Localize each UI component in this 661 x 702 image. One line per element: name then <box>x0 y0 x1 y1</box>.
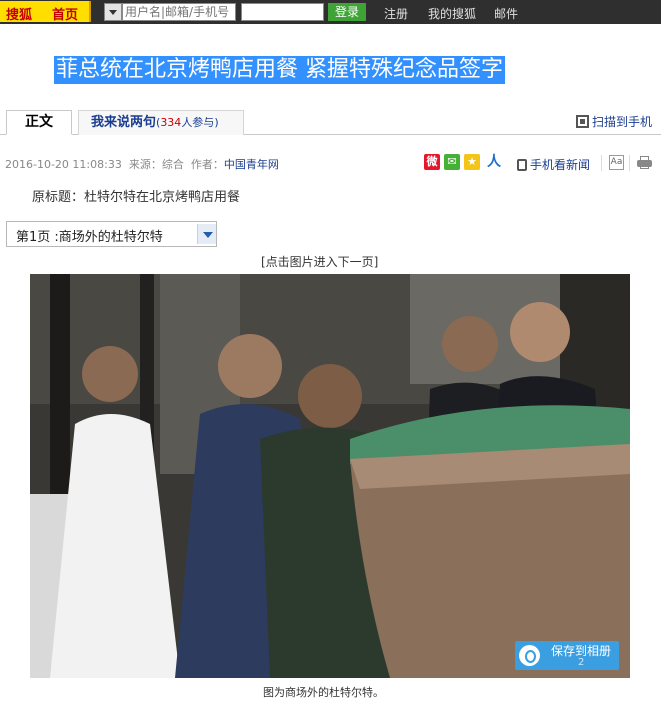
next-page-hint[interactable]: [点击图片进入下一页] <box>261 253 378 270</box>
save-to-album-button[interactable]: 保存到相册 2 <box>515 641 619 670</box>
publish-datetime: 2016-10-20 11:08:33 <box>5 158 122 171</box>
save-album-count: 2 <box>578 657 585 668</box>
register-link[interactable]: 注册 <box>384 5 408 22</box>
comments-label: 我来说两句 <box>91 115 157 130</box>
mobile-news-label: 手机看新闻 <box>530 158 591 172</box>
mobile-news-link[interactable]: 手机看新闻 <box>517 156 590 173</box>
chevron-down-icon[interactable] <box>197 224 216 244</box>
scan-to-phone-link[interactable]: 扫描到手机 <box>576 113 652 130</box>
source-label: 来源：综合 <box>128 158 184 171</box>
photo-caption: 图为商场外的杜特尔特。 <box>263 686 384 699</box>
font-size-icon[interactable]: Aa <box>609 155 624 170</box>
author-prefix: 作者： <box>190 158 224 171</box>
print-icon[interactable] <box>637 156 652 170</box>
login-button[interactable]: 登录 <box>328 3 366 21</box>
album-icon <box>519 645 540 666</box>
renren-icon[interactable]: 人 <box>485 154 503 170</box>
my-sohu-link[interactable]: 我的搜狐 <box>428 5 476 22</box>
meta-divider <box>629 155 630 171</box>
comments-suffix: 人参与 <box>181 116 215 129</box>
article-title: 菲总统在北京烤鸭店用餐 紧握特殊纪念品签字 <box>54 56 505 84</box>
home-link[interactable]: 首页 <box>52 4 78 23</box>
account-type-dropdown[interactable] <box>104 3 122 21</box>
sohu-logo[interactable]: 搜狐 首页 <box>0 1 91 23</box>
mail-link[interactable]: 邮件 <box>494 5 518 22</box>
meta-divider <box>601 155 602 171</box>
author-link[interactable]: 中国青年网 <box>224 158 279 171</box>
wechat-icon[interactable]: ✉ <box>444 154 460 170</box>
password-input[interactable] <box>241 3 324 21</box>
account-input[interactable] <box>122 3 236 21</box>
photo-illustration <box>30 274 630 678</box>
tab-comments[interactable]: 我来说两句(334人参与) <box>78 110 244 135</box>
weibo-icon[interactable]: 微 <box>424 154 440 170</box>
scan-label: 扫描到手机 <box>592 115 653 129</box>
article-meta: 2016-10-20 11:08:33 来源：综合 作者：中国青年网 <box>5 156 279 172</box>
qzone-icon[interactable]: ★ <box>464 154 480 170</box>
top-nav-bar: 搜狐 首页 登录 注册 我的搜狐 邮件 <box>0 0 661 24</box>
brand-name: 搜狐 <box>6 8 33 23</box>
page-select-value: 第1页 :商场外的杜特尔特 <box>16 230 163 245</box>
comments-count: 334 <box>160 116 182 129</box>
qr-code-icon <box>576 115 589 128</box>
tab-main-text[interactable]: 正文 <box>6 110 72 135</box>
phone-icon <box>517 159 527 171</box>
article-photo[interactable] <box>30 274 630 678</box>
page-select[interactable]: 第1页 :商场外的杜特尔特 <box>6 221 217 247</box>
original-title: 原标题：杜特尔特在北京烤鸭店用餐 <box>32 190 241 205</box>
